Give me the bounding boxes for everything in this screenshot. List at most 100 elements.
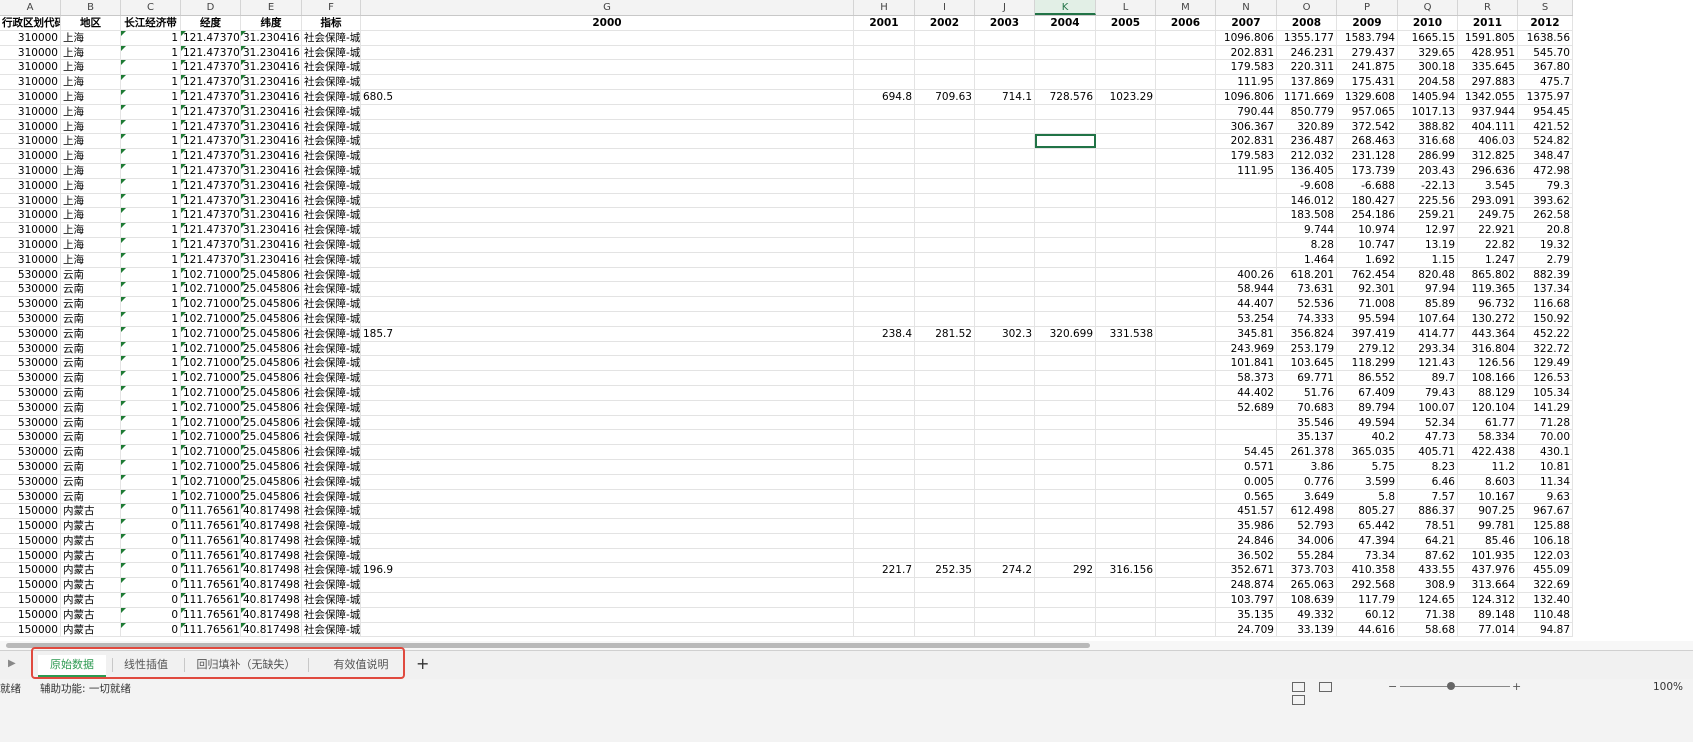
table-cell[interactable]: 1023.29 [1096,89,1156,104]
table-cell[interactable]: 67.409 [1337,385,1398,400]
table-cell[interactable]: 云南 [61,445,121,459]
header-cell[interactable]: 地区 [61,16,121,30]
table-cell[interactable]: 58.68 [1398,622,1458,637]
table-cell[interactable]: 40.817498 [241,593,302,607]
table-cell[interactable] [1096,519,1156,533]
table-cell[interactable]: 40.817498 [241,533,302,548]
table-cell[interactable]: 99.781 [1458,519,1518,533]
table-cell[interactable]: 社会保障-城镇基本医疗保险基本情况-城镇职工基本医疗保险基本情况-城镇职工基本医… [302,89,361,104]
table-cell[interactable] [1096,193,1156,208]
table-cell[interactable]: 111.95 [1216,163,1277,178]
table-cell[interactable] [1035,400,1096,415]
table-cell[interactable]: 111.765617 [181,622,241,637]
table-cell[interactable]: 社会保障-城镇基本医疗保险基本情况-城镇居民基本医疗保险基本情况-基金收支情况-… [302,252,361,267]
table-cell[interactable] [361,267,854,282]
table-cell[interactable]: 社会保障-城镇基本医疗保险基本情况-城镇基本医疗保险基本情况-基金收支情况-城镇… [302,311,361,326]
table-cell[interactable]: 内蒙古 [61,578,121,593]
table-cell[interactable] [915,119,975,134]
table-cell[interactable]: 89.794 [1337,400,1398,415]
table-cell[interactable] [915,474,975,489]
table-cell[interactable] [1156,30,1216,45]
table-cell[interactable]: 25.045806 [241,371,302,385]
table-cell[interactable] [975,430,1035,445]
table-cell[interactable]: 社会保障-城镇基本医疗保险基本情况-城镇基本医疗保险基本情况-基金收支情况-城镇… [302,282,361,297]
table-cell[interactable] [854,30,915,45]
table-cell[interactable] [1035,163,1096,178]
table-cell[interactable]: 13.19 [1398,237,1458,252]
table-cell[interactable]: 530000 [0,459,61,474]
table-cell[interactable] [1035,208,1096,223]
table-cell[interactable]: 1375.97 [1518,89,1573,104]
table-cell[interactable]: 111.765617 [181,519,241,533]
table-cell[interactable]: 内蒙古 [61,548,121,563]
table-cell[interactable]: 302.3 [975,326,1035,341]
table-cell[interactable] [854,607,915,622]
table-cell[interactable]: 136.405 [1277,163,1337,178]
table-cell[interactable]: 1591.805 [1458,30,1518,45]
table-cell[interactable]: 530000 [0,297,61,311]
table-cell[interactable]: 1 [121,282,181,297]
table-cell[interactable]: 102.710002 [181,459,241,474]
table-cell[interactable] [975,104,1035,119]
table-cell[interactable] [1156,459,1216,474]
table-cell[interactable]: 1 [121,489,181,504]
table-cell[interactable]: 31.230416 [241,119,302,134]
table-cell[interactable]: 社会保障-城镇基本医疗保险基本情况-城镇基本医疗保险基本情况-基金收支情况-城镇… [302,60,361,75]
table-cell[interactable] [975,415,1035,430]
table-cell[interactable] [1096,267,1156,282]
table-cell[interactable]: 40.817498 [241,548,302,563]
table-cell[interactable] [975,356,1035,371]
table-cell[interactable]: 530000 [0,267,61,282]
header-cell[interactable]: 2006 [1156,16,1216,30]
table-cell[interactable]: 社会保障-城镇基本医疗保险基本情况-城镇居民基本医疗保险基本情况-城镇居民基本医… [302,445,361,459]
table-cell[interactable]: 310000 [0,104,61,119]
table-cell[interactable]: 25.045806 [241,415,302,430]
table-cell[interactable]: 35.986 [1216,519,1277,533]
table-cell[interactable] [1096,237,1156,252]
table-cell[interactable]: 25.045806 [241,430,302,445]
table-cell[interactable] [915,45,975,60]
table-cell[interactable] [975,208,1035,223]
table-cell[interactable] [1096,356,1156,371]
table-cell[interactable] [915,489,975,504]
table-cell[interactable]: 0 [121,607,181,622]
table-cell[interactable] [915,504,975,519]
table-cell[interactable] [854,45,915,60]
table-cell[interactable] [975,297,1035,311]
table-cell[interactable] [1156,578,1216,593]
table-cell[interactable]: 31.230416 [241,89,302,104]
table-cell[interactable]: 25.045806 [241,356,302,371]
table-cell[interactable]: 126.56 [1458,356,1518,371]
table-cell[interactable] [1156,267,1216,282]
add-sheet-button[interactable]: + [416,654,429,673]
table-cell[interactable]: 102.710002 [181,489,241,504]
table-cell[interactable]: 24.846 [1216,533,1277,548]
table-cell[interactable]: 530000 [0,385,61,400]
table-cell[interactable] [1035,193,1096,208]
table-cell[interactable]: 231.128 [1337,149,1398,163]
table-cell[interactable]: 3.86 [1277,459,1337,474]
table-cell[interactable]: 上海 [61,193,121,208]
table-cell[interactable]: 150000 [0,622,61,637]
table-cell[interactable]: 1 [121,163,181,178]
table-cell[interactable]: 1 [121,149,181,163]
table-cell[interactable]: 279.12 [1337,341,1398,356]
table-cell[interactable]: 129.49 [1518,356,1573,371]
table-cell[interactable] [1096,282,1156,297]
table-cell[interactable]: 122.03 [1518,548,1573,563]
table-cell[interactable]: 1 [121,134,181,149]
table-cell[interactable] [361,163,854,178]
table-cell[interactable]: 1 [121,237,181,252]
table-cell[interactable] [854,400,915,415]
table-cell[interactable] [854,622,915,637]
table-cell[interactable] [361,474,854,489]
table-cell[interactable]: 121.473701 [181,193,241,208]
table-cell[interactable]: 社会保障-城镇基本医疗保险基本情况-城镇职工基本医疗保险基本情况-城镇职工基本医… [302,578,361,593]
column-header-k[interactable]: K [1035,0,1096,15]
table-cell[interactable]: 内蒙古 [61,533,121,548]
table-cell[interactable]: 0 [121,504,181,519]
table-cell[interactable]: 882.39 [1518,267,1573,282]
table-cell[interactable]: 社会保障-城镇基本医疗保险基本情况-城镇基本医疗保险基本情况-基金收支情况-城镇… [302,519,361,533]
table-cell[interactable] [1216,178,1277,193]
table-cell[interactable] [361,622,854,637]
